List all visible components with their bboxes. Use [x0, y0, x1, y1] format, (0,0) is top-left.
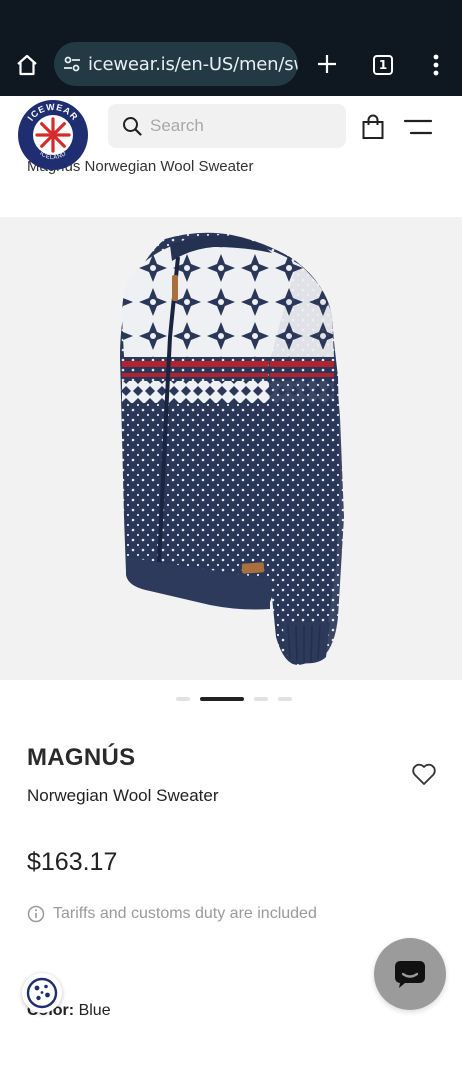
tariff-note: Tariffs and customs duty are included	[27, 905, 317, 923]
plus-icon	[318, 55, 336, 73]
tune-icon[interactable]	[62, 53, 82, 75]
chat-icon	[395, 961, 425, 988]
home-icon	[17, 54, 37, 76]
carousel-dot-active[interactable]	[200, 697, 244, 701]
cookie-icon	[26, 977, 58, 1009]
url-text[interactable]: icewear.is/en-US/men/sw	[88, 54, 298, 75]
product-title: MAGNÚS	[27, 744, 136, 771]
heart-icon	[412, 763, 436, 785]
search-input[interactable]	[150, 116, 330, 136]
home-button[interactable]	[10, 48, 44, 82]
shopping-bag-icon	[362, 114, 384, 139]
tab-switcher-icon: 1	[373, 55, 393, 75]
product-price: $163.17	[27, 848, 118, 876]
chat-button[interactable]	[374, 938, 446, 1010]
tab-count: 1	[378, 58, 388, 72]
sweater-illustration	[120, 232, 344, 665]
carousel-indicators	[176, 697, 292, 701]
hamburger-icon	[403, 119, 433, 135]
cookie-settings-button[interactable]	[22, 973, 62, 1013]
tariff-text: Tariffs and customs duty are included	[53, 905, 317, 922]
carousel-dot[interactable]	[278, 697, 292, 701]
tab-switcher-button[interactable]: 1	[368, 50, 398, 80]
color-value: Blue	[78, 1002, 111, 1019]
kebab-menu-icon	[433, 54, 439, 76]
product-subtitle: Norwegian Wool Sweater	[27, 786, 219, 805]
wishlist-button[interactable]	[408, 760, 440, 788]
carousel-dot[interactable]	[176, 697, 190, 701]
info-icon	[27, 905, 45, 923]
new-tab-button[interactable]	[311, 48, 343, 80]
product-image[interactable]	[0, 217, 462, 680]
cart-button[interactable]	[358, 112, 388, 142]
menu-button[interactable]	[402, 114, 434, 140]
logo-emblem: ICEWEAR ICELAND	[19, 101, 87, 169]
search-bar[interactable]	[108, 104, 346, 148]
carousel-dot[interactable]	[254, 697, 268, 701]
address-bar[interactable]: icewear.is/en-US/men/sw	[54, 42, 298, 86]
icewear-logo[interactable]: ICEWEAR ICELAND	[18, 100, 88, 170]
search-icon	[123, 117, 142, 136]
browser-menu-button[interactable]	[424, 50, 448, 80]
